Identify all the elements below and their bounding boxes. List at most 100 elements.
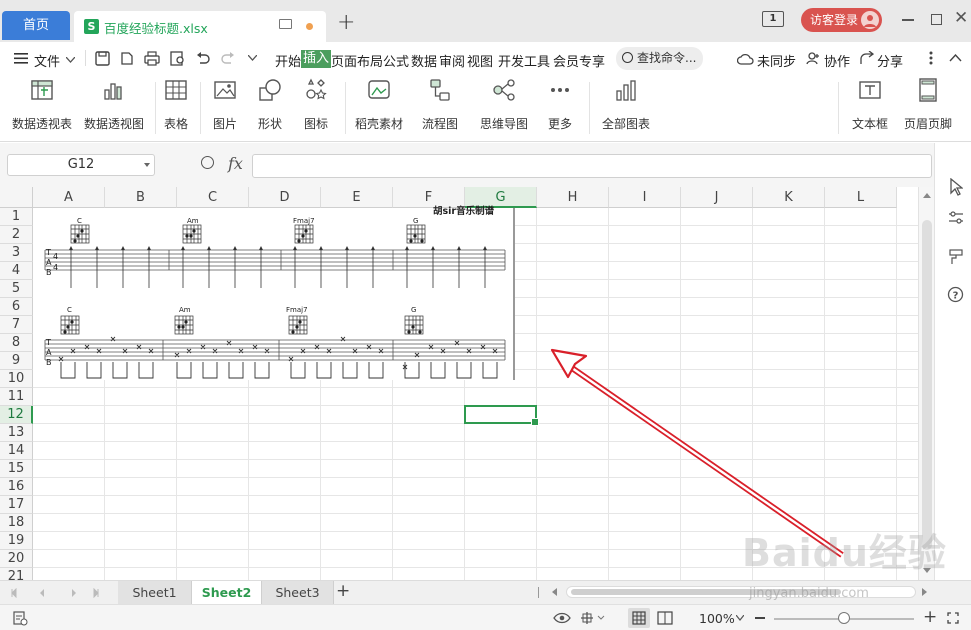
menu-item-data[interactable]: 数据 — [411, 51, 437, 70]
picture-button[interactable]: 图片 — [205, 78, 245, 132]
material-icon — [367, 78, 391, 102]
cloud-sync-icon[interactable] — [737, 52, 754, 65]
mindmap-button[interactable]: 思维导图 — [474, 78, 534, 132]
chevron-down-icon[interactable] — [736, 615, 744, 621]
textbox-button[interactable]: 文本框 — [845, 78, 895, 132]
sync-status[interactable]: 未同步 — [757, 51, 796, 70]
chevron-up-icon[interactable] — [949, 54, 962, 62]
function-icon[interactable]: fx — [228, 154, 243, 173]
share-button[interactable]: 分享 — [877, 51, 903, 70]
formula-input[interactable] — [252, 154, 932, 178]
scroll-up-icon[interactable] — [923, 193, 931, 199]
share-icon[interactable] — [859, 51, 874, 65]
new-tab-button[interactable]: + — [337, 10, 355, 35]
formula-bar: G12 fx — [0, 143, 971, 187]
zoom-slider-knob[interactable] — [838, 612, 850, 624]
divider — [85, 50, 86, 66]
flowchart-button[interactable]: 流程图 — [416, 78, 464, 132]
scrollbar-thumb[interactable] — [922, 220, 932, 550]
pivot-chart-button[interactable]: 数据透视图 — [82, 78, 146, 132]
export-icon[interactable] — [119, 51, 134, 66]
hamburger-icon[interactable] — [14, 53, 28, 64]
menu-item-insert[interactable]: 插入 — [301, 50, 332, 68]
sheet-navigation-icon[interactable] — [10, 588, 100, 598]
ribbon-label: 表格 — [163, 117, 188, 131]
icon-library-button[interactable]: 图标 — [296, 78, 336, 132]
command-search[interactable]: 查找命令... — [616, 47, 703, 70]
more-vertical-icon[interactable] — [929, 51, 933, 65]
ribbon-label: 图片 — [212, 117, 237, 131]
header-footer-button[interactable]: 页眉页脚 — [902, 78, 954, 132]
table-icon — [164, 78, 188, 102]
login-button[interactable]: 访客登录 — [801, 8, 882, 32]
ribbon-label: 思维导图 — [479, 117, 528, 131]
menu-item-home[interactable]: 开始 — [275, 51, 301, 70]
sheet-tab-sheet2[interactable]: Sheet2 — [192, 581, 262, 604]
sliders-icon[interactable] — [948, 211, 964, 225]
spreadsheet-icon: S — [84, 19, 99, 34]
menu-item-page-layout[interactable]: 页面布局 — [331, 51, 383, 70]
tab-file[interactable]: S 百度经验标题.xlsx — [74, 11, 326, 42]
menu-file[interactable]: 文件 — [34, 51, 60, 70]
icon-library-icon — [304, 78, 328, 102]
window-count-icon[interactable]: 1 — [762, 11, 784, 27]
sheet-tab-sheet1[interactable]: Sheet1 — [118, 581, 192, 604]
shape-button[interactable]: 形状 — [250, 78, 290, 132]
zoom-in-button[interactable]: + — [923, 607, 937, 627]
fullscreen-icon[interactable] — [947, 612, 959, 624]
menu-item-review[interactable]: 审阅 — [439, 51, 465, 70]
menu-item-member[interactable]: 会员专享 — [553, 51, 605, 70]
cursor-select-icon[interactable] — [949, 178, 963, 196]
name-box[interactable]: G12 — [7, 154, 155, 176]
title-bar: 首页 S 百度经验标题.xlsx + 1 访客登录 ✕ — [0, 0, 971, 42]
zoom-search-icon[interactable] — [201, 156, 214, 169]
close-icon[interactable]: ✕ — [954, 8, 968, 28]
maximize-icon[interactable] — [931, 14, 942, 25]
center-cross-icon[interactable] — [580, 611, 606, 625]
login-label: 访客登录 — [810, 13, 859, 27]
sheet-tab-sheet3[interactable]: Sheet3 — [262, 581, 334, 604]
pivot-table-button[interactable]: 数据透视表 — [10, 78, 74, 132]
ribbon-label: 形状 — [257, 117, 282, 131]
collaborate-icon[interactable] — [806, 51, 820, 65]
menu-item-dev-tools[interactable]: 开发工具 — [498, 51, 550, 70]
scroll-left-icon[interactable] — [552, 588, 558, 596]
print-icon[interactable] — [144, 51, 160, 66]
undo-icon[interactable] — [196, 51, 210, 65]
tab-home[interactable]: 首页 — [2, 11, 70, 40]
monitor-icon[interactable] — [279, 19, 292, 29]
normal-view-button[interactable] — [628, 608, 650, 628]
menu-item-view[interactable]: 视图 — [467, 51, 493, 70]
header-footer-icon — [916, 78, 940, 102]
zoom-level[interactable]: 100% — [699, 611, 735, 626]
chevron-down-icon[interactable] — [248, 55, 257, 61]
menu-item-formula[interactable]: 公式 — [383, 51, 409, 70]
splitter-handle[interactable] — [538, 587, 539, 598]
scroll-right-icon[interactable] — [922, 588, 928, 596]
mindmap-icon — [492, 78, 516, 102]
format-brush-icon[interactable] — [948, 249, 964, 265]
redo-icon[interactable] — [221, 51, 235, 65]
avatar — [861, 11, 879, 29]
help-icon[interactable]: ? — [947, 286, 964, 303]
minimize-icon[interactable] — [902, 19, 914, 21]
ribbon-label: 文本框 — [851, 117, 888, 131]
collaborate-button[interactable]: 协作 — [824, 51, 850, 70]
pivot-table-icon — [30, 78, 54, 102]
zoom-out-button[interactable] — [755, 617, 765, 619]
bar-chart-icon — [614, 78, 638, 102]
chevron-down-icon[interactable] — [66, 57, 75, 63]
all-charts-button[interactable]: 全部图表 — [596, 78, 656, 132]
eye-protect-icon[interactable] — [553, 611, 571, 625]
macro-record-icon[interactable] — [12, 610, 28, 626]
table-button[interactable]: 表格 — [160, 78, 192, 132]
page-view-icon[interactable] — [657, 611, 673, 625]
add-sheet-button[interactable]: + — [336, 581, 350, 601]
shape-icon — [258, 78, 282, 102]
divider — [200, 82, 201, 134]
more-button[interactable]: 更多 — [540, 78, 580, 132]
ribbon-toolbar: 数据透视表 数据透视图 表格 图片 形状 图标 稻壳素材 流程图 思维导图 更多 — [0, 74, 971, 201]
save-icon[interactable] — [95, 51, 110, 66]
docer-material-button[interactable]: 稻壳素材 — [350, 78, 408, 132]
print-preview-icon[interactable] — [170, 51, 186, 66]
